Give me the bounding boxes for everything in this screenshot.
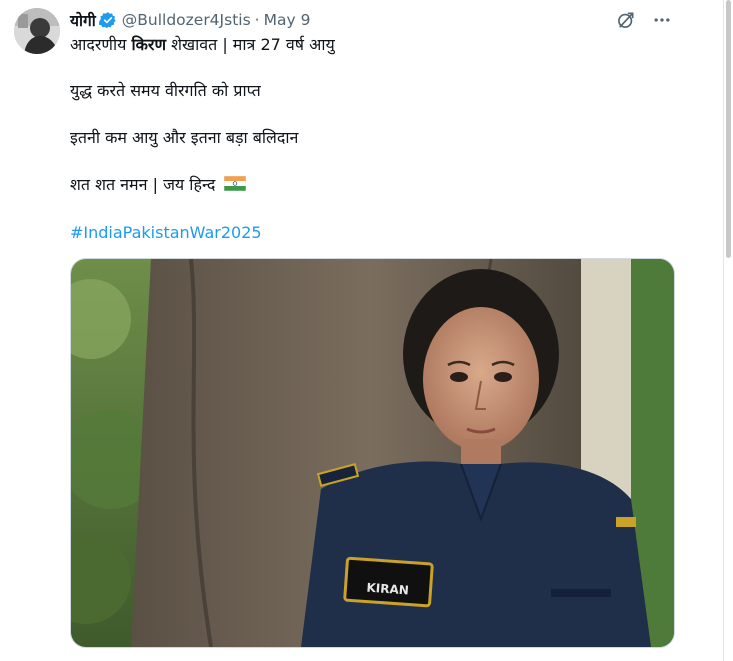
tweet-header: योगी @Bulldozer4Jstis · May 9	[70, 9, 310, 31]
tweet-line-2: युद्ध करते समय वीरगति को प्राप्त	[70, 81, 261, 100]
avatar-image	[14, 8, 60, 54]
line1-suffix: शेखावत | मात्र 27 वर्ष आयु	[166, 35, 335, 54]
grok-icon	[618, 12, 634, 28]
tweet-line-4: शत शत नमन | जय हिन्द	[70, 174, 247, 196]
more-options-button[interactable]	[651, 9, 673, 31]
verified-badge-icon	[98, 11, 117, 29]
scrollbar[interactable]	[723, 0, 733, 661]
more-options-icon	[654, 18, 670, 22]
tweet-line-3: इतनी कम आयु और इतना बड़ा बलिदान	[70, 128, 299, 147]
tweet-date[interactable]: May 9	[264, 11, 311, 29]
tweet-media[interactable]: KIRAN	[70, 258, 675, 648]
tweet-photo: KIRAN	[71, 259, 674, 647]
india-flag-icon	[224, 175, 247, 192]
avatar[interactable]	[14, 8, 60, 54]
tweet-line-1: आदरणीय किरण शेखावत | मात्र 27 वर्ष आयु	[70, 34, 335, 56]
tweet-card[interactable]: योगी @Bulldozer4Jstis · May 9 आदरणीय किर…	[0, 0, 733, 661]
tweet-actions	[615, 9, 673, 31]
hashtag-link[interactable]: #IndiaPakistanWar2025	[70, 222, 262, 244]
separator-dot: ·	[254, 11, 260, 29]
grok-button[interactable]	[615, 9, 637, 31]
user-handle[interactable]: @Bulldozer4Jstis	[122, 11, 251, 29]
name-badge-text: KIRAN	[366, 581, 409, 598]
line4-text: शत शत नमन | जय हिन्द	[70, 175, 216, 194]
line1-name: किरण	[131, 35, 167, 54]
display-name[interactable]: योगी	[70, 9, 96, 31]
line1-prefix: आदरणीय	[70, 35, 132, 54]
scrollbar-thumb[interactable]	[726, 0, 731, 258]
